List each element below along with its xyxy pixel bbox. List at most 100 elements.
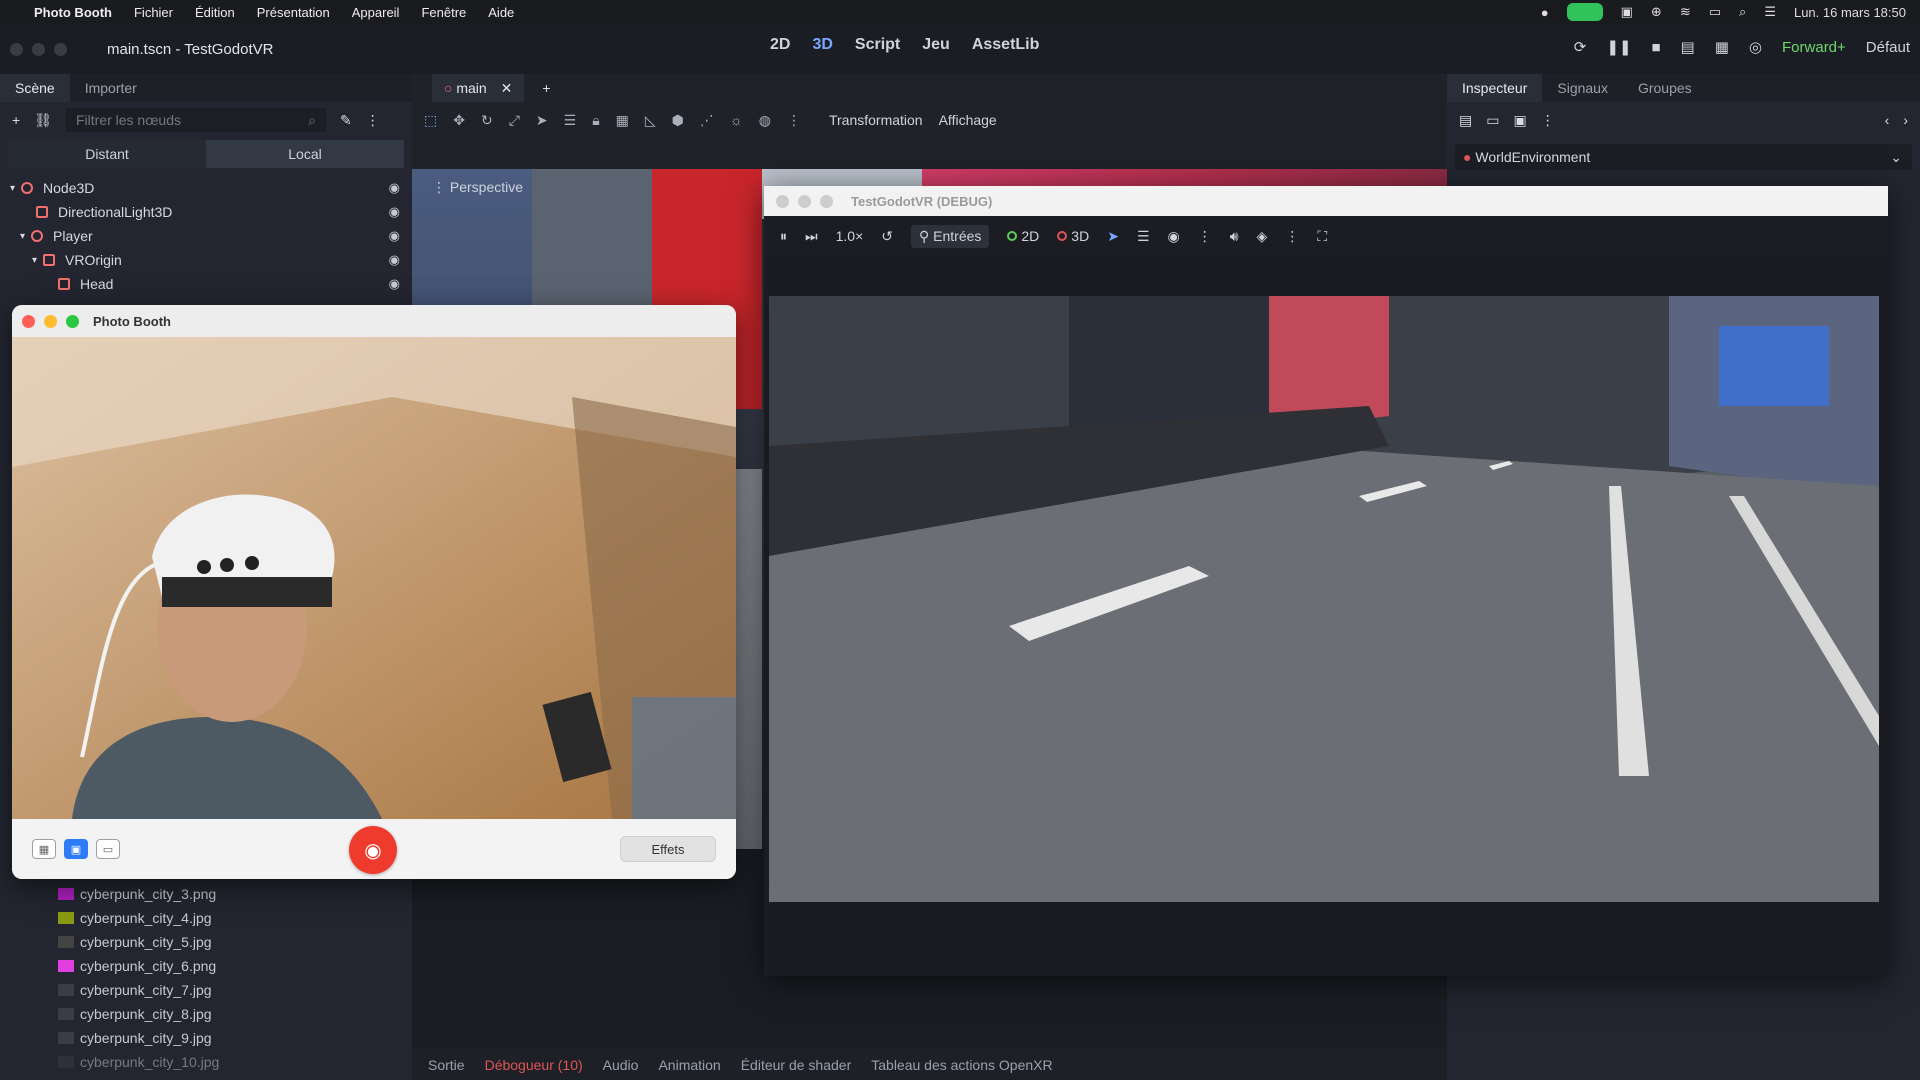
filter-nodes-input[interactable]: Filtrer les nœuds ⌕ (65, 108, 326, 132)
control-center-icon[interactable]: ☰ (1764, 4, 1776, 20)
pause-icon[interactable]: ❚❚ (1606, 38, 1631, 56)
list-icon[interactable]: ☰ (564, 112, 577, 129)
reset-speed-icon[interactable]: ↺ (881, 228, 893, 245)
file-item[interactable]: cyberpunk_city_4.jpg (0, 906, 412, 930)
effects-button[interactable]: Effets (620, 836, 716, 862)
mode-game-button[interactable]: Jeu (922, 36, 950, 54)
camera-in-use-icon[interactable] (1566, 3, 1603, 21)
tab-openxr-action-map[interactable]: Tableau des actions OpenXR (871, 1057, 1052, 1073)
pointer-tool-icon[interactable]: ➤ (536, 112, 548, 129)
window-controls[interactable] (776, 194, 833, 208)
record-icon[interactable]: ● (1541, 5, 1549, 20)
inspected-object-select[interactable]: ● WorldEnvironment ⌄ (1455, 144, 1912, 170)
tab-audio[interactable]: Audio (603, 1057, 639, 1073)
local-space-icon[interactable]: ⬢ (672, 112, 684, 129)
mode-assetlib-button[interactable]: AssetLib (972, 36, 1040, 54)
inputs-toggle[interactable]: ⚲ Entrées (910, 224, 990, 248)
lock-icon[interactable]: 🔒︎ (592, 112, 599, 129)
tree-item-vrorigin[interactable]: ▾ VROrigin ◉ (0, 248, 412, 272)
movie-maker-icon[interactable]: ◎ (1749, 38, 1762, 56)
list-select-icon[interactable]: ☰ (1137, 228, 1150, 245)
mode-2d-button[interactable]: 2D (770, 36, 790, 54)
rotate-tool-icon[interactable]: ↻ (481, 112, 493, 129)
local-button[interactable]: Local (206, 140, 404, 168)
visibility-icon[interactable]: ◉ (389, 228, 400, 244)
save-icon[interactable]: ▣ (1513, 112, 1526, 129)
more-options-icon[interactable]: ⋮ (366, 112, 380, 129)
tab-animation[interactable]: Animation (658, 1057, 720, 1073)
close-icon[interactable]: ✕ (501, 80, 513, 96)
file-item[interactable]: cyberpunk_city_6.png (0, 954, 412, 978)
more-options-icon[interactable]: ⋮ (787, 112, 801, 129)
tab-inspector[interactable]: Inspecteur (1447, 74, 1543, 102)
collapse-icon[interactable]: ▾ (20, 231, 25, 242)
script-attach-icon[interactable]: ✎ (340, 112, 352, 129)
menu-aide[interactable]: Aide (488, 5, 514, 20)
stop-icon[interactable]: ■ (1651, 39, 1660, 56)
suspend-icon[interactable]: ⏸ (780, 228, 787, 245)
menu-fenetre[interactable]: Fenêtre (421, 5, 466, 20)
collapse-icon[interactable]: ▾ (32, 255, 37, 266)
visibility-icon[interactable]: ◉ (389, 252, 400, 268)
visibility-icon[interactable]: ◉ (389, 276, 400, 292)
next-frame-icon[interactable]: ⏭ (805, 228, 818, 245)
environment-preview-icon[interactable]: ◍ (759, 112, 771, 129)
tree-item-node3d[interactable]: ▾ Node3D ◉ (0, 176, 412, 200)
layout-select[interactable]: Défaut (1866, 39, 1910, 56)
file-item[interactable]: cyberpunk_city_3.png (0, 882, 412, 906)
window-controls[interactable] (10, 42, 67, 56)
run-scene-icon[interactable]: ▦ (1715, 38, 1729, 56)
perspective-menu[interactable]: ⋮ Perspective (432, 179, 523, 196)
tree-item-player[interactable]: ▾ Player ◉ (0, 224, 412, 248)
tab-debugger[interactable]: Débogueur (10) (485, 1057, 583, 1073)
mode-3d-button[interactable]: 3D (812, 36, 832, 54)
select-tool-icon[interactable]: ⬚ (424, 112, 437, 129)
file-item[interactable]: cyberpunk_city_10.jpg (0, 1050, 412, 1074)
tree-item-directionallight3d[interactable]: DirectionalLight3D ◉ (0, 200, 412, 224)
tab-output[interactable]: Sortie (428, 1057, 465, 1073)
add-scene-tab-icon[interactable]: + (542, 80, 550, 96)
ruler-icon[interactable]: ◺ (645, 112, 656, 129)
more-options-icon[interactable]: ⋮ (1285, 228, 1299, 245)
more-options-icon[interactable]: ⋮ (1198, 228, 1212, 245)
battery-icon[interactable]: ▭ (1709, 4, 1721, 20)
remote-button[interactable]: Distant (8, 140, 206, 168)
mode-2d-toggle[interactable]: 2D (1007, 228, 1039, 244)
visibility-icon[interactable]: ◉ (1168, 228, 1180, 245)
tab-shader-editor[interactable]: Éditeur de shader (741, 1057, 852, 1073)
wifi-icon[interactable]: ≋ (1680, 4, 1691, 20)
four-photo-mode-button[interactable]: ▦ (32, 839, 56, 859)
move-tool-icon[interactable]: ✥ (453, 112, 465, 129)
group-icon[interactable]: ▦ (616, 112, 629, 129)
menu-edition[interactable]: Édition (195, 5, 235, 20)
audio-icon[interactable]: 🔊︎ (1230, 228, 1239, 245)
speed-select[interactable]: 1.0× (836, 228, 864, 244)
take-photo-button[interactable]: ◉ (349, 826, 397, 874)
spotlight-icon[interactable]: ⌕ (1739, 4, 1746, 20)
menu-presentation[interactable]: Présentation (257, 5, 330, 20)
sun-preview-icon[interactable]: ☼ (730, 112, 743, 128)
more-options-icon[interactable]: ⋮ (1541, 112, 1555, 129)
visibility-icon[interactable]: ◉ (389, 180, 400, 196)
mode-script-button[interactable]: Script (855, 36, 900, 54)
tree-item-head[interactable]: Head ◉ (0, 272, 412, 296)
camera-override-icon[interactable]: ◈ (1257, 228, 1268, 245)
tab-scene[interactable]: Scène (0, 74, 70, 102)
visibility-icon[interactable]: ◉ (389, 204, 400, 220)
renderer-select[interactable]: Forward+ (1782, 39, 1846, 56)
open-folder-icon[interactable]: ▭ (1486, 112, 1499, 129)
tab-import[interactable]: Importer (70, 74, 152, 102)
menubar-clock[interactable]: Lun. 16 mars 18:50 (1794, 5, 1906, 20)
transform-menu[interactable]: Transformation (829, 112, 923, 128)
game-viewport[interactable] (769, 296, 1879, 902)
history-forward-icon[interactable]: › (1903, 112, 1908, 128)
window-controls[interactable] (22, 314, 79, 328)
view-menu[interactable]: Affichage (939, 112, 997, 128)
single-photo-mode-button[interactable]: ▣ (64, 839, 88, 859)
tab-groups[interactable]: Groupes (1623, 74, 1707, 102)
reload-icon[interactable]: ⟳ (1574, 38, 1587, 56)
menu-appareil[interactable]: Appareil (352, 5, 400, 20)
snap-icon[interactable]: ⋰ (700, 112, 714, 129)
file-item[interactable]: cyberpunk_city_8.jpg (0, 1002, 412, 1026)
notes-icon[interactable]: ▣ (1621, 4, 1633, 20)
